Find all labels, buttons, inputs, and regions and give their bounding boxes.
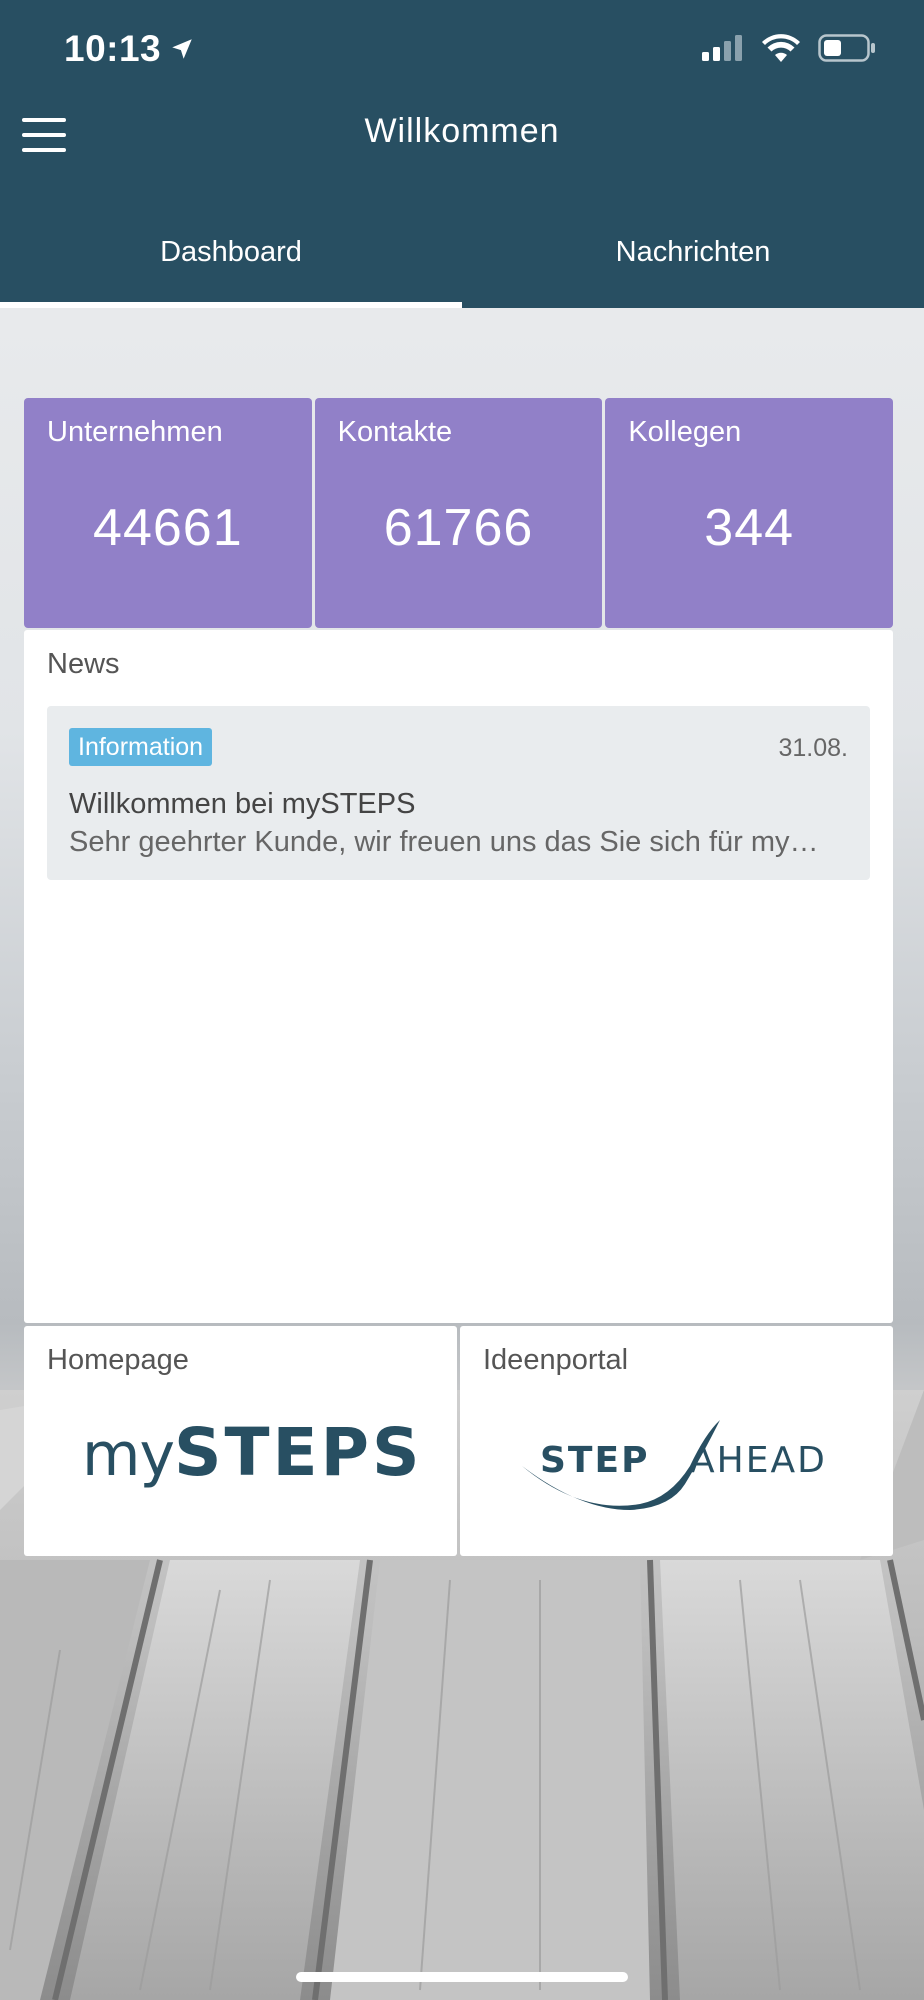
stat-value: 344 xyxy=(704,499,795,557)
news-card: News Information 31.08. Willkommen bei m… xyxy=(24,630,893,1323)
mysteps-logo: my STEPS xyxy=(82,1414,423,1491)
location-arrow-icon xyxy=(172,39,192,59)
status-bar-time: 10:13 xyxy=(64,28,195,70)
battery-icon xyxy=(818,34,875,62)
tab-nachrichten[interactable]: Nachrichten xyxy=(462,220,924,308)
homepage-label: Homepage xyxy=(47,1344,189,1376)
homepage-tile[interactable]: Homepage my STEPS xyxy=(24,1326,457,1556)
stat-value: 61766 xyxy=(383,499,534,557)
stepahead-logo: STEP AHEAD xyxy=(522,1420,827,1510)
home-indicator[interactable] xyxy=(296,1972,628,1982)
news-item[interactable]: Information 31.08. Willkommen bei mySTEP… xyxy=(47,706,870,880)
stat-label: Kontakte xyxy=(337,416,453,448)
cellular-signal-icon xyxy=(702,35,742,61)
stat-label: Unternehmen xyxy=(47,416,223,448)
app-header: 10:13 Willkommen Dashboard Nachrichten xyxy=(0,0,924,308)
stepahead-logo-step: STEP xyxy=(540,1440,649,1481)
stepahead-logo-ahead: AHEAD xyxy=(690,1440,827,1481)
tab-dashboard[interactable]: Dashboard xyxy=(0,220,462,308)
status-time-text: 10:13 xyxy=(64,28,162,69)
news-badge: Information xyxy=(69,728,213,766)
mysteps-logo-my: my xyxy=(82,1420,175,1490)
stat-tile-kollegen[interactable]: Kollegen 344 xyxy=(605,398,894,628)
ideenportal-tile[interactable]: Ideenportal STEP AHEAD xyxy=(460,1326,893,1556)
stats-tiles: Unternehmen 44661 Kontakte 61766 Kollege… xyxy=(24,398,894,628)
news-headline: Willkommen bei mySTEPS xyxy=(69,788,416,820)
stat-value: 44661 xyxy=(93,499,243,557)
stat-tile-unternehmen[interactable]: Unternehmen 44661 xyxy=(24,398,312,628)
news-snippet: Sehr geehrter Kunde, wir freuen uns das … xyxy=(69,826,819,858)
page-title: Willkommen xyxy=(364,112,560,150)
stat-tile-kontakte[interactable]: Kontakte 61766 xyxy=(314,398,603,628)
news-title: News xyxy=(47,648,120,680)
wifi-icon xyxy=(762,34,800,62)
link-tiles: Homepage my STEPS Ideenportal STEP AHEAD xyxy=(24,1326,893,1556)
tab-bar: Dashboard Nachrichten xyxy=(0,220,924,308)
ideenportal-label: Ideenportal xyxy=(483,1344,629,1376)
news-date: 31.08. xyxy=(778,734,848,762)
status-bar-indicators xyxy=(702,34,876,62)
stat-label: Kollegen xyxy=(628,416,742,448)
mysteps-logo-steps: STEPS xyxy=(173,1414,423,1491)
